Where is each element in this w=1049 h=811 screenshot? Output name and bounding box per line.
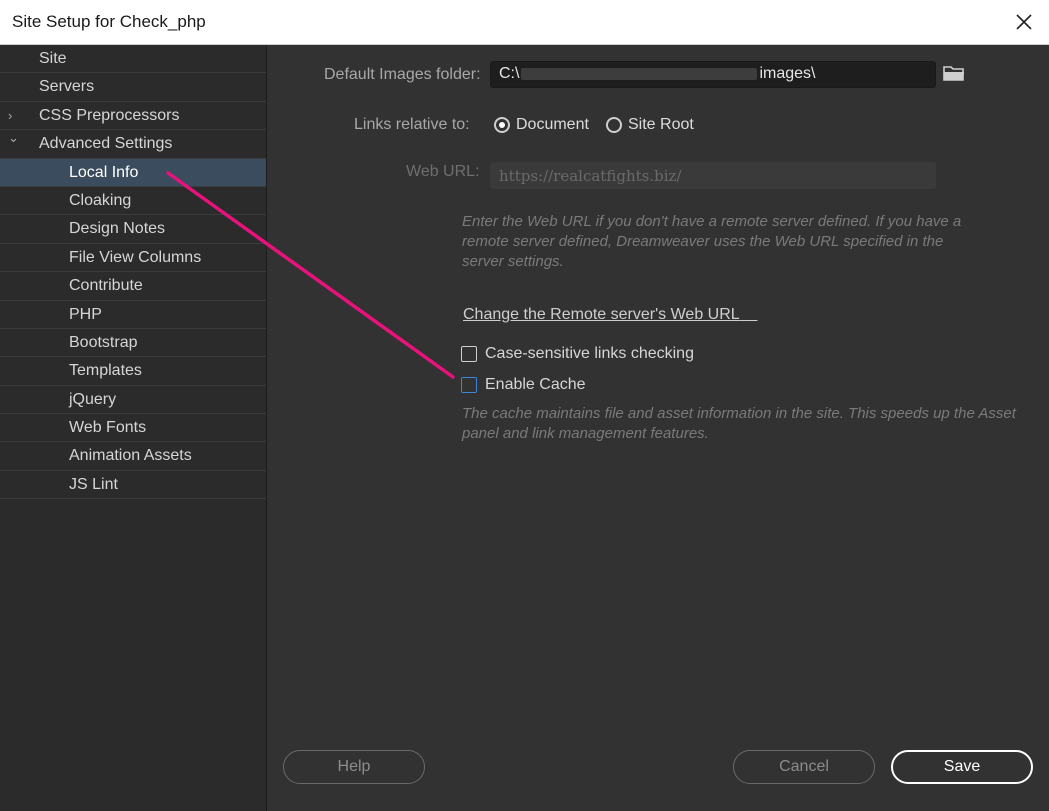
folder-icon[interactable] xyxy=(943,64,965,87)
sidebar-item-contribute[interactable]: Contribute xyxy=(0,272,266,301)
web-url-label: Web URL: xyxy=(406,163,480,180)
web-url-hint: Enter the Web URL if you don't have a re… xyxy=(462,213,962,270)
sidebar-item-advanced-settings[interactable]: ⌄ Advanced Settings xyxy=(0,130,266,159)
radio-unselected-icon xyxy=(606,117,622,133)
case-sensitive-checkbox[interactable]: Case-sensitive links checking xyxy=(461,345,694,363)
radio-site-root[interactable]: Site Root xyxy=(606,116,694,134)
sidebar-item-servers[interactable]: Servers xyxy=(0,73,266,102)
local-info-panel: Default Images folder: C:\ images\ Links … xyxy=(268,45,1049,811)
sidebar-item-file-view-columns[interactable]: File View Columns xyxy=(0,244,266,273)
cache-hint: The cache maintains file and asset infor… xyxy=(462,405,1016,442)
sidebar-item-local-info[interactable]: Local Info xyxy=(0,158,266,187)
images-folder-label: Default Images folder: xyxy=(324,66,481,83)
sidebar-item-css-preprocessors[interactable]: › CSS Preprocessors xyxy=(0,102,266,131)
window-title: Site Setup for Check_php xyxy=(12,12,206,31)
sidebar-item-site[interactable]: Site xyxy=(0,45,266,74)
change-remote-url-link[interactable]: Change the Remote server's Web URL xyxy=(463,306,757,324)
sidebar-item-design-notes[interactable]: Design Notes xyxy=(0,215,266,244)
redacted-path xyxy=(521,67,758,80)
sidebar-item-web-fonts[interactable]: Web Fonts xyxy=(0,414,266,443)
close-icon[interactable] xyxy=(1013,8,1035,36)
sidebar-item-templates[interactable]: Templates xyxy=(0,357,266,386)
title-bar: Site Setup for Check_php xyxy=(0,0,1049,45)
chevron-down-icon[interactable]: ⌄ xyxy=(8,124,20,152)
cancel-button[interactable]: Cancel xyxy=(733,750,875,784)
web-url-field: https://realcatfights.biz/ xyxy=(490,162,936,189)
enable-cache-checkbox[interactable]: Enable Cache xyxy=(461,376,586,394)
checkbox-icon xyxy=(461,377,477,393)
sidebar-item-js-lint[interactable]: JS Lint xyxy=(0,471,266,500)
category-sidebar: Site Servers › CSS Preprocessors ⌄ Advan… xyxy=(0,45,267,811)
radio-document[interactable]: Document xyxy=(494,116,589,134)
sidebar-item-bootstrap[interactable]: Bootstrap xyxy=(0,329,266,358)
sidebar-item-animation-assets[interactable]: Animation Assets xyxy=(0,442,266,471)
radio-selected-icon xyxy=(494,117,510,133)
save-button[interactable]: Save xyxy=(891,750,1033,784)
checkbox-icon xyxy=(461,346,477,362)
help-button[interactable]: Help xyxy=(283,750,425,784)
images-folder-field[interactable]: C:\ images\ xyxy=(490,61,936,88)
sidebar-item-cloaking[interactable]: Cloaking xyxy=(0,187,266,216)
links-relative-label: Links relative to: xyxy=(354,116,470,133)
sidebar-item-php[interactable]: PHP xyxy=(0,301,266,329)
sidebar-item-jquery[interactable]: jQuery xyxy=(0,386,266,415)
